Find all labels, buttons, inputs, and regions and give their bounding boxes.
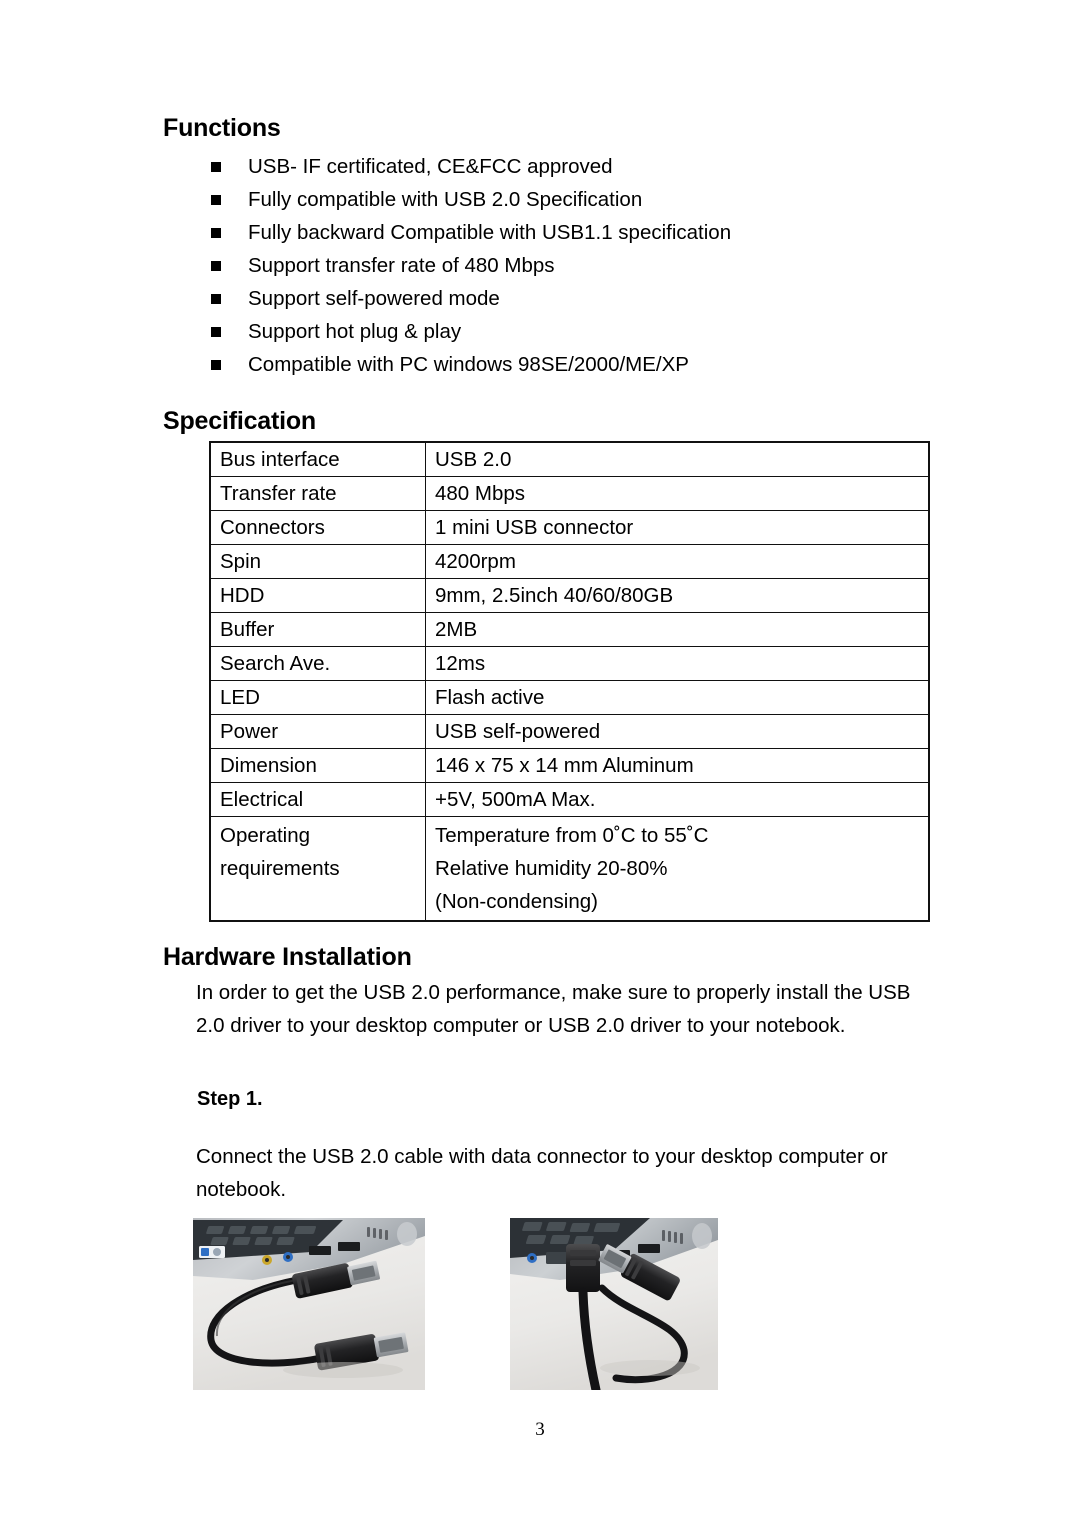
square-bullet-icon	[211, 195, 221, 205]
functions-bullet-list: USB- IF certificated, CE&FCC approved Fu…	[211, 150, 971, 381]
table-row: LED Flash active	[210, 680, 929, 715]
list-item: Support self-powered mode	[211, 282, 971, 315]
list-item-label: USB- IF certificated, CE&FCC approved	[248, 155, 613, 178]
table-cell-value: 9mm, 2.5inch 40/60/80GB	[425, 578, 929, 613]
table-row: Electrical +5V, 500mA Max.	[210, 782, 929, 817]
hardware-installation-intro-paragraph: In order to get the USB 2.0 performance,…	[196, 981, 911, 1037]
step-1-paragraph: Connect the USB 2.0 cable with data conn…	[196, 1145, 888, 1201]
table-row: Spin 4200rpm	[210, 544, 929, 579]
list-item: Fully backward Compatible with USB1.1 sp…	[211, 216, 971, 249]
functions-heading: Functions	[163, 114, 281, 142]
list-item: Compatible with PC windows 98SE/2000/ME/…	[211, 348, 971, 381]
table-cell-value: +5V, 500mA Max.	[425, 782, 929, 817]
list-item-label: Support transfer rate of 480 Mbps	[248, 254, 555, 277]
table-row: Connectors 1 mini USB connector	[210, 510, 929, 545]
table-cell-value: 2MB	[425, 612, 929, 647]
table-cell-value: 1 mini USB connector	[425, 510, 929, 545]
square-bullet-icon	[211, 360, 221, 370]
usb-cable-beside-laptop-photo	[193, 1218, 425, 1390]
list-item: USB- IF certificated, CE&FCC approved	[211, 150, 971, 183]
table-cell-label: HDD	[210, 578, 426, 613]
list-item-label: Compatible with PC windows 98SE/2000/ME/…	[248, 353, 689, 376]
square-bullet-icon	[211, 294, 221, 304]
table-cell-label: Bus interface	[210, 442, 426, 477]
table-cell-value: 12ms	[425, 646, 929, 681]
table-cell-label: LED	[210, 680, 426, 715]
table-cell-label: Search Ave.	[210, 646, 426, 681]
usb-cable-plugged-into-laptop-photo	[510, 1218, 718, 1390]
list-item: Fully compatible with USB 2.0 Specificat…	[211, 183, 971, 216]
table-cell-value: 146 x 75 x 14 mm Aluminum	[425, 748, 929, 783]
table-row: HDD 9mm, 2.5inch 40/60/80GB	[210, 578, 929, 613]
table-cell-label: Power	[210, 714, 426, 749]
table-cell-value: Flash active	[425, 680, 929, 715]
list-item-label: Support hot plug & play	[248, 320, 462, 343]
list-item-label: Fully backward Compatible with USB1.1 sp…	[248, 221, 732, 244]
list-item-label: Support self-powered mode	[248, 287, 500, 310]
step-1-label: Step 1.	[197, 1088, 263, 1110]
table-row: Dimension 146 x 75 x 14 mm Aluminum	[210, 748, 929, 783]
table-cell-value: 4200rpm	[425, 544, 929, 579]
table-cell-label: Operating requirements	[210, 816, 426, 921]
table-cell-label: Buffer	[210, 612, 426, 647]
hardware-installation-heading: Hardware Installation	[163, 943, 412, 971]
table-cell-value: Temperature from 0˚C to 55˚C Relative hu…	[425, 816, 929, 921]
specification-table: Bus interface USB 2.0 Transfer rate 480 …	[209, 441, 930, 922]
list-item: Support transfer rate of 480 Mbps	[211, 249, 971, 282]
document-page: Functions USB- IF certificated, CE&FCC a…	[0, 0, 1080, 1528]
table-cell-value: USB 2.0	[425, 442, 929, 477]
list-item: Support hot plug & play	[211, 315, 971, 348]
square-bullet-icon	[211, 228, 221, 238]
square-bullet-icon	[211, 162, 221, 172]
table-cell-label: Connectors	[210, 510, 426, 545]
square-bullet-icon	[211, 327, 221, 337]
table-row: Transfer rate 480 Mbps	[210, 476, 929, 511]
table-cell-label: Electrical	[210, 782, 426, 817]
table-cell-label: Transfer rate	[210, 476, 426, 511]
table-cell-value: 480 Mbps	[425, 476, 929, 511]
table-row: Bus interface USB 2.0	[210, 442, 929, 477]
table-row: Search Ave. 12ms	[210, 646, 929, 681]
list-item-label: Fully compatible with USB 2.0 Specificat…	[248, 188, 643, 211]
table-cell-label: Dimension	[210, 748, 426, 783]
table-cell-label: Spin	[210, 544, 426, 579]
table-row: Power USB self-powered	[210, 714, 929, 749]
table-row: Operating requirements Temperature from …	[210, 816, 929, 921]
table-cell-value: USB self-powered	[425, 714, 929, 749]
table-row: Buffer 2MB	[210, 612, 929, 647]
specification-heading: Specification	[163, 407, 316, 435]
square-bullet-icon	[211, 261, 221, 271]
page-number: 3	[535, 1419, 545, 1440]
